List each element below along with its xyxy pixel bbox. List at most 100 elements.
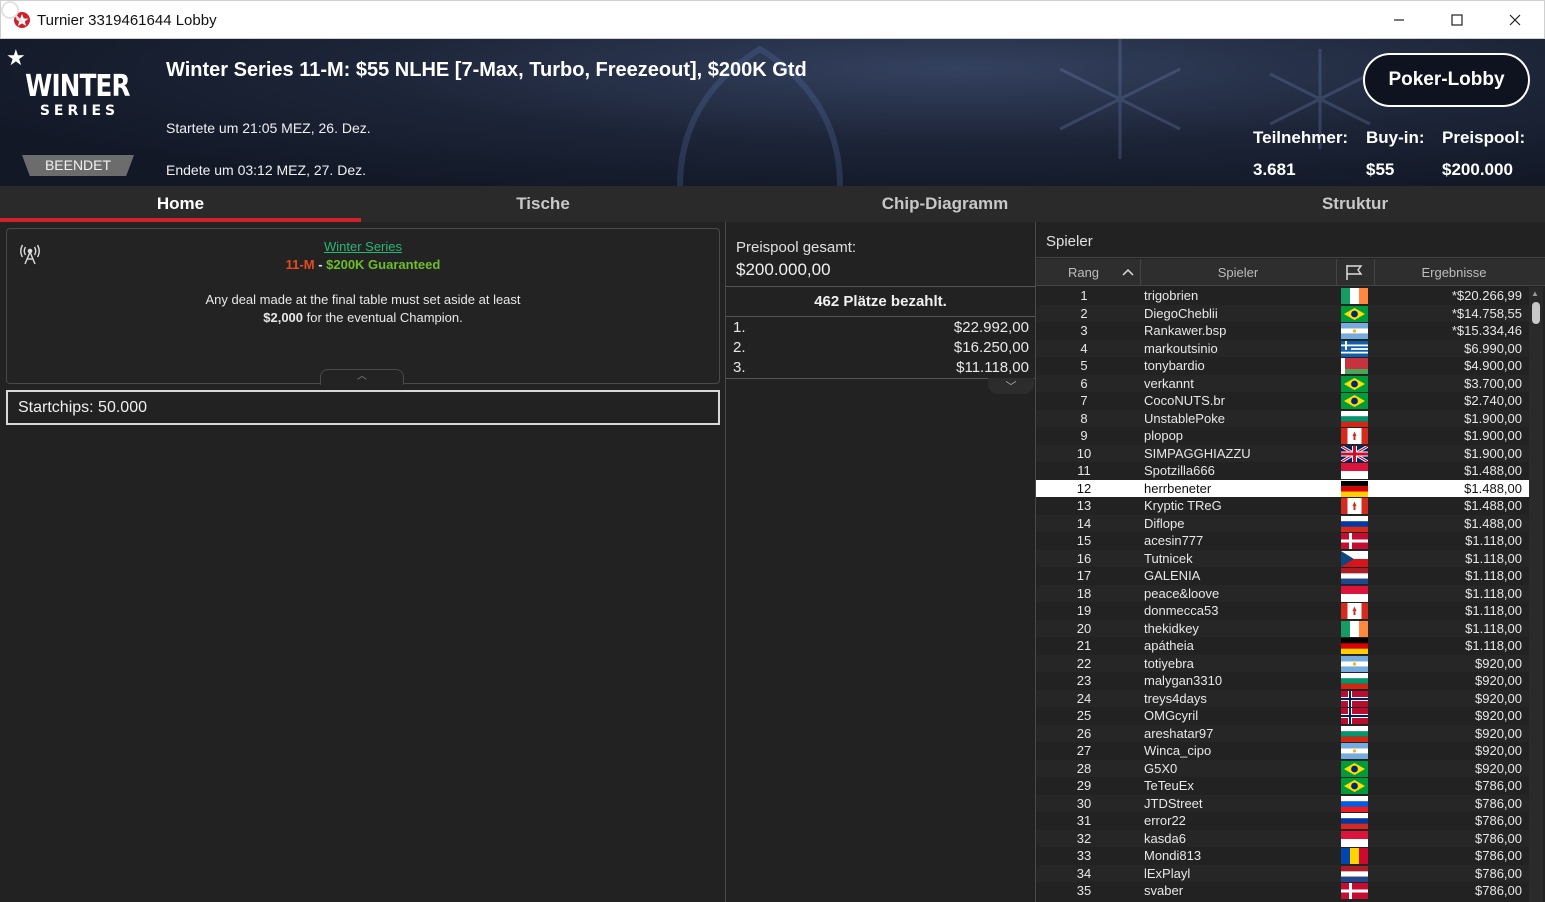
player-row[interactable]: 21 apátheia $1.118,00	[1036, 637, 1529, 655]
player-list-scrollbar[interactable]: ▲	[1529, 287, 1543, 902]
player-row[interactable]: 23 malygan3310 $920,00	[1036, 672, 1529, 690]
prize-position: 3.	[733, 359, 746, 376]
brazil-flag-icon	[1341, 760, 1368, 777]
player-row[interactable]: 6 verkannt $3.700,00	[1036, 374, 1529, 392]
player-rank: 35	[1076, 883, 1092, 898]
close-icon	[1509, 14, 1521, 26]
russia-flag-icon	[1341, 515, 1368, 532]
poker-lobby-button[interactable]: Poker-Lobby	[1363, 53, 1530, 107]
player-name: Winca_cipo	[1144, 743, 1212, 758]
player-row[interactable]: 1 trigobrien *$20.266,99	[1036, 287, 1529, 305]
flag-column-icon[interactable]	[1345, 264, 1363, 281]
minimize-button[interactable]	[1370, 1, 1428, 39]
buyin-value: $55	[1366, 160, 1395, 179]
tab-chip-chart[interactable]: Chip-Diagramm	[725, 186, 1165, 222]
player-result: $786,00	[1475, 778, 1522, 793]
player-row[interactable]: 35 svaber $786,00	[1036, 882, 1529, 900]
player-rank: 22	[1076, 655, 1092, 671]
search-icon[interactable]	[0, 0, 24, 24]
player-result: $1.488,00	[1464, 515, 1522, 531]
player-rank: 20	[1076, 620, 1092, 636]
player-result: $3.700,00	[1464, 375, 1522, 391]
player-result: $920,00	[1475, 708, 1522, 723]
player-row[interactable]: 27 Winca_cipo $920,00	[1036, 742, 1529, 760]
player-result: *$15.334,46	[1451, 323, 1522, 338]
player-result: $1.118,00	[1465, 550, 1522, 566]
player-row[interactable]: 16 Tutnicek $1.118,00	[1036, 549, 1529, 567]
player-rank: 31	[1076, 813, 1092, 828]
player-row[interactable]: 8 UnstablePoke $1.900,00	[1036, 409, 1529, 427]
player-row[interactable]: 29 TeTeuEx $786,00	[1036, 777, 1529, 795]
logo-line1: WINTER	[25, 69, 130, 104]
expand-prizes-button[interactable]: ﹀	[988, 378, 1034, 394]
player-row[interactable]: 3 Rankawer.bsp *$15.334,46	[1036, 322, 1529, 340]
player-row[interactable]: 13 Kryptic TReG $1.488,00	[1036, 497, 1529, 515]
canada-flag-icon	[1341, 428, 1368, 444]
player-row[interactable]: 25 OMGcyril $920,00	[1036, 707, 1529, 725]
player-name: G5X0	[1144, 760, 1178, 776]
player-row[interactable]: 30 JTDStreet $786,00	[1036, 794, 1529, 812]
scrollbar-thumb[interactable]	[1532, 302, 1540, 324]
player-row[interactable]: 10 SIMPAGGHIAZZU $1.900,00	[1036, 444, 1529, 462]
tab-structure[interactable]: Struktur	[1165, 186, 1545, 222]
player-row[interactable]: 4 markoutsinio $6.990,00	[1036, 339, 1529, 357]
prize-position: 2.	[733, 339, 746, 356]
player-row[interactable]: 22 totiyebra $920,00	[1036, 654, 1529, 672]
sort-ascending-icon[interactable]	[1122, 268, 1134, 276]
event-subtitle: 11-M - $200K Guaranteed	[7, 257, 719, 272]
series-link[interactable]: Winter Series	[7, 239, 719, 254]
player-row[interactable]: 19 donmecca53 $1.118,00	[1036, 602, 1529, 620]
event-code: 11-M	[285, 257, 315, 272]
germany-flag-icon	[1341, 480, 1368, 497]
player-rank: 14	[1076, 515, 1092, 531]
player-row[interactable]: 28 G5X0 $920,00	[1036, 759, 1529, 777]
status-badge: BEENDET	[22, 155, 134, 176]
column-rank[interactable]: Rang	[1036, 265, 1131, 280]
player-row[interactable]: 26 areshatar97 $920,00	[1036, 724, 1529, 742]
deal-amount: $2,000	[263, 310, 304, 325]
player-rank: 28	[1076, 760, 1092, 776]
prize-amount: $11.118,00	[956, 359, 1029, 376]
player-row[interactable]: 7 CocoNUTS.br $2.740,00	[1036, 392, 1529, 410]
player-row[interactable]: 14 Diflope $1.488,00	[1036, 514, 1529, 532]
scroll-up-icon[interactable]: ▲	[1531, 289, 1539, 298]
player-name: Kryptic TReG	[1144, 498, 1222, 513]
player-result: $1.118,00	[1465, 603, 1522, 618]
tab-home[interactable]: Home	[0, 186, 361, 222]
star-icon: ★	[6, 45, 26, 70]
player-search-bar[interactable]: Spieler	[1036, 225, 1545, 258]
player-result: $786,00	[1475, 795, 1522, 811]
column-results[interactable]: Ergebnisse	[1374, 265, 1534, 280]
player-row[interactable]: 20 thekidkey $1.118,00	[1036, 619, 1529, 637]
minimize-icon	[1394, 19, 1404, 21]
paid-places: 462 Plätze bezahlt.	[814, 293, 947, 310]
player-row[interactable]: 18 peace&loove $1.118,00	[1036, 584, 1529, 602]
player-row[interactable]: 9 plopop $1.900,00	[1036, 427, 1529, 445]
player-name: tonybardio	[1144, 358, 1205, 373]
player-row[interactable]: 34 lExPlayl $786,00	[1036, 864, 1529, 882]
player-row[interactable]: 33 Mondi813 $786,00	[1036, 847, 1529, 865]
player-row[interactable]: 17 GALENIA $1.118,00	[1036, 567, 1529, 585]
close-button[interactable]	[1486, 1, 1544, 39]
player-row[interactable]: 2 DiegoCheblii *$14.758,55	[1036, 304, 1529, 322]
player-name: OMGcyril	[1144, 708, 1199, 723]
bulgaria-flag-icon	[1341, 673, 1368, 689]
player-row[interactable]: 24 treys4days $920,00	[1036, 689, 1529, 707]
player-rank: 9	[1080, 428, 1088, 443]
player-rank: 5	[1080, 358, 1088, 373]
player-row[interactable]: 12 herrbeneter $1.488,00	[1036, 479, 1529, 497]
argentina-flag-icon	[1341, 323, 1368, 339]
player-rank: 32	[1076, 830, 1092, 846]
player-name: error22	[1144, 813, 1186, 828]
collapse-info-button[interactable]: ︿	[320, 369, 404, 385]
player-rank: 4	[1080, 340, 1088, 356]
player-row[interactable]: 31 error22 $786,00	[1036, 812, 1529, 830]
player-row[interactable]: 5 tonybardio $4.900,00	[1036, 357, 1529, 375]
maximize-button[interactable]	[1428, 1, 1486, 39]
tab-tables[interactable]: Tische	[361, 186, 725, 222]
column-player[interactable]: Spieler	[1140, 265, 1336, 280]
player-row[interactable]: 11 Spotzilla666 $1.488,00	[1036, 462, 1529, 480]
player-row[interactable]: 32 kasda6 $786,00	[1036, 829, 1529, 847]
player-row[interactable]: 15 acesin777 $1.118,00	[1036, 532, 1529, 550]
player-name: kasda6	[1144, 830, 1186, 846]
